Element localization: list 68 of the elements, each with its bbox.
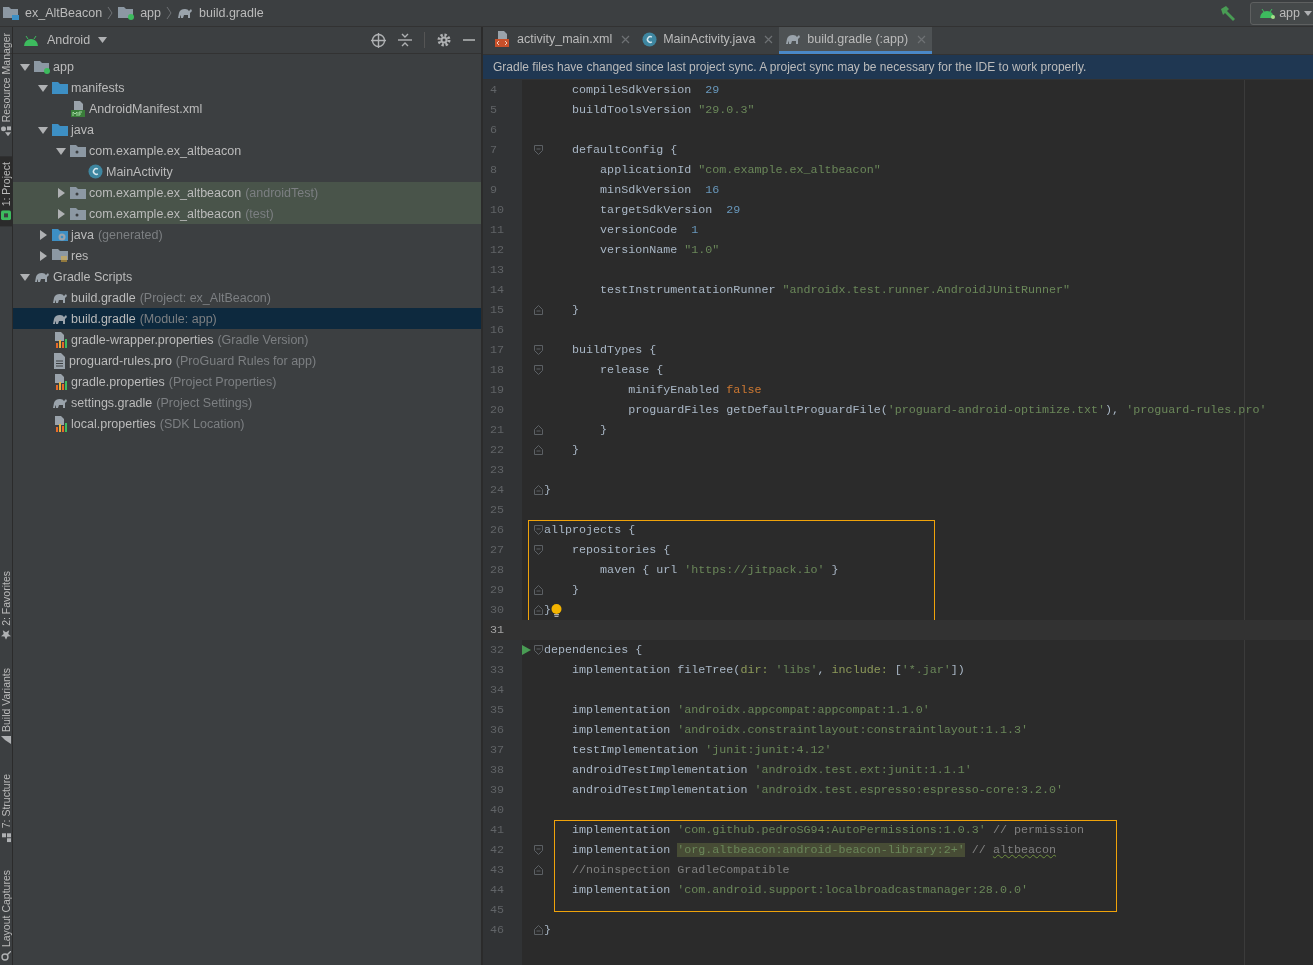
tree-item[interactable]: com.example.ex_altbeacon (androidTest) <box>13 182 481 203</box>
tree-item[interactable]: gradle-wrapper.properties (Gradle Version) <box>13 329 481 350</box>
tree-item[interactable]: proguard-rules.pro (ProGuard Rules for app) <box>13 350 481 371</box>
code-line: allprojects { <box>544 523 636 537</box>
tree-item[interactable]: MainActivity <box>13 161 481 182</box>
tree-item[interactable]: build.gradle (Module: app) <box>13 308 481 329</box>
code-line: compileSdkVersion 29 <box>571 83 721 97</box>
tool-window-tab[interactable]: Resource Manager <box>0 27 12 143</box>
code-line: dependencies { <box>544 643 643 657</box>
code-line: defaultConfig { <box>571 143 678 157</box>
code-line: versionName "1.0" <box>599 243 720 257</box>
tree-item[interactable]: res <box>13 245 481 266</box>
code-line: testInstrumentationRunner "androidx.test.runner.AndroidJUnitRunner" <box>599 283 1071 297</box>
code-line: repositories { <box>571 543 671 557</box>
tree-item[interactable]: build.gradle (Project: ex_AltBeacon) <box>13 287 481 308</box>
code-line: } <box>571 443 580 457</box>
code-line: implementation 'androidx.appcompat:appcompat:1.1.0' <box>571 703 930 717</box>
tree-item[interactable]: local.properties (SDK Location) <box>13 413 481 434</box>
tool-window-tab[interactable]: Layout Captures <box>0 863 12 965</box>
code-line: targetSdkVersion 29 <box>599 203 742 217</box>
code-line: implementation 'com.github.pedroSG94:AutoPermissions:1.0.3' // permission <box>571 823 1085 837</box>
tree-item[interactable]: java <box>13 119 481 140</box>
line-number: 31 <box>489 623 506 637</box>
code-line: buildToolsVersion "29.0.3" <box>571 103 755 117</box>
code-line: } <box>544 923 551 937</box>
editor-tab[interactable]: MainActivity.java <box>636 27 780 54</box>
tree-item[interactable]: Gradle Scripts <box>13 266 481 287</box>
code-line: //noinspection GradleCompatible <box>571 863 790 877</box>
view-dropdown[interactable]: Android <box>23 33 108 47</box>
tree-item[interactable]: gradle.properties (Project Properties) <box>13 371 481 392</box>
code-line: implementation 'androidx.constraintlayout:constraintlayout:1.1.3' <box>571 723 1028 737</box>
code-line: maven { url 'https://jitpack.io' } <box>599 563 839 577</box>
editor-tab[interactable]: build.gradle (:app) <box>779 27 933 54</box>
tree-item[interactable]: java (generated) <box>13 224 481 245</box>
tool-window-tab[interactable]: 7: Structure <box>0 767 12 848</box>
code-line: } <box>571 583 580 597</box>
tool-window-tab[interactable]: 2: Favorites <box>0 564 12 646</box>
code-line: testImplementation 'junit:junit:4.12' <box>571 743 832 757</box>
code-line: } <box>571 303 580 317</box>
code-line: implementation 'com.android.support:localbroadcastmanager:28.0.0' <box>571 883 1028 897</box>
breadcrumb[interactable]: ex_AltBeacon <box>0 6 106 20</box>
code-line: applicationId "com.example.ex_altbeacon" <box>599 163 881 177</box>
code-line: } <box>599 423 608 437</box>
code-line: androidTestImplementation 'androidx.test.ext:junit:1.1.1' <box>571 763 972 777</box>
code-line: release { <box>599 363 664 377</box>
code-line: implementation 'org.altbeacon:android-beacon-library:2+' // altbeacon <box>571 843 1056 857</box>
code-line: versionCode 1 <box>599 223 700 237</box>
tree-item[interactable]: app <box>13 56 481 77</box>
breadcrumb[interactable]: app <box>115 6 164 20</box>
code-line: minifyEnabled false <box>627 383 762 397</box>
run-config-dropdown[interactable]: app <box>1250 1 1313 25</box>
tree-item[interactable]: com.example.ex_altbeacon <box>13 140 481 161</box>
code-line: minSdkVersion 16 <box>599 183 721 197</box>
tree-item[interactable]: com.example.ex_altbeacon (test) <box>13 203 481 224</box>
code-line: implementation fileTree(dir: 'libs', include: ['*.jar']) <box>571 663 965 677</box>
tree-item[interactable]: AndroidManifest.xml <box>13 98 481 119</box>
code-line: } <box>544 603 551 617</box>
tree-item[interactable]: manifests <box>13 77 481 98</box>
breadcrumb[interactable]: build.gradle <box>174 6 267 20</box>
code-line: buildTypes { <box>571 343 657 357</box>
tree-item[interactable]: settings.gradle (Project Settings) <box>13 392 481 413</box>
code-line: } <box>544 483 551 497</box>
editor-tab[interactable]: activity_main.xml <box>489 27 637 54</box>
tool-window-tab[interactable]: 1: Project <box>0 156 12 227</box>
tool-window-tab[interactable]: Build Variants <box>0 661 12 752</box>
code-line: androidTestImplementation 'androidx.test.espresso:espresso-core:3.2.0' <box>571 783 1064 797</box>
sync-notification: Gradle files have changed since last project sync. A project sync may be necessary for the IDE to work properly. <box>483 55 1313 80</box>
code-line: proguardFiles getDefaultProguardFile('proguard-android-optimize.txt'), 'proguard-rules.pro' <box>627 403 1267 417</box>
